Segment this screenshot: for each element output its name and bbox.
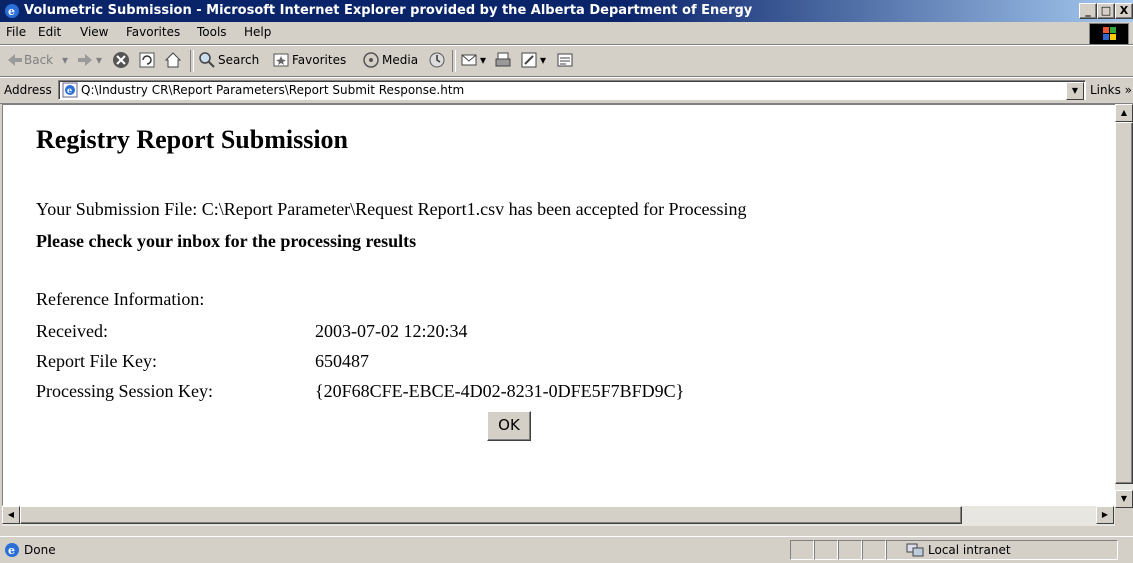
status-text: Done xyxy=(24,543,56,557)
instruction-text: Please check your inbox for the processi… xyxy=(36,231,417,251)
window-title: Volumetric Submission - Microsoft Intern… xyxy=(24,3,753,18)
mail-icon[interactable] xyxy=(460,51,478,69)
status-pane xyxy=(790,540,814,560)
maximize-button[interactable]: □ xyxy=(1097,3,1115,19)
menu-edit[interactable]: Edit xyxy=(38,25,61,39)
media-button[interactable]: Media xyxy=(382,53,418,67)
stop-icon[interactable] xyxy=(112,51,130,69)
forward-arrow-icon[interactable] xyxy=(76,51,94,69)
history-icon[interactable] xyxy=(428,51,446,69)
address-dropdown-button[interactable]: ▼ xyxy=(1066,82,1084,100)
svg-text:e: e xyxy=(8,544,15,557)
page-icon: e xyxy=(62,82,78,98)
discuss-icon[interactable] xyxy=(556,51,574,69)
back-dropdown-icon[interactable]: ▾ xyxy=(62,53,68,67)
status-pane xyxy=(838,540,862,560)
received-label: Received: xyxy=(36,321,108,341)
svg-text:e: e xyxy=(8,5,15,18)
address-input[interactable]: e Q:\Industry CR\Report Parameters\Repor… xyxy=(58,80,1086,100)
page-title: Registry Report Submission xyxy=(36,125,349,154)
address-bar: Address e Q:\Industry CR\Report Paramete… xyxy=(0,77,1133,104)
scroll-left-button[interactable]: ◀ xyxy=(2,506,20,524)
menu-favorites[interactable]: Favorites xyxy=(126,25,180,39)
search-icon xyxy=(199,52,215,68)
home-icon[interactable] xyxy=(164,51,182,69)
links-label: Links xyxy=(1090,83,1121,97)
report-file-key-value: 650487 xyxy=(315,351,369,371)
session-key-label: Processing Session Key: xyxy=(36,381,213,401)
scroll-up-button[interactable]: ▲ xyxy=(1115,104,1133,122)
refresh-icon[interactable] xyxy=(138,51,156,69)
browser-window: e Volumetric Submission - Microsoft Inte… xyxy=(0,0,1133,563)
scroll-down-button[interactable]: ▼ xyxy=(1115,490,1133,508)
vertical-scrollbar[interactable]: ▲ ▼ xyxy=(1115,104,1133,508)
close-button[interactable]: X xyxy=(1115,3,1133,19)
menu-tools[interactable]: Tools xyxy=(197,25,227,39)
menu-view[interactable]: View xyxy=(80,25,108,39)
toolbar-separator xyxy=(190,50,194,72)
print-icon[interactable] xyxy=(494,51,512,69)
horizontal-scroll-thumb[interactable] xyxy=(20,506,962,524)
ok-button[interactable]: OK xyxy=(487,411,531,441)
standard-toolbar: Back ▾ ▾ Search Favorites Media ▾ ▾ xyxy=(0,45,1133,77)
back-button[interactable]: Back xyxy=(24,53,53,67)
horizontal-scrollbar[interactable]: ◀ ▶ xyxy=(2,506,1115,526)
favorites-button[interactable]: Favorites xyxy=(292,53,346,67)
minimize-button[interactable]: _ xyxy=(1079,3,1097,19)
svg-text:e: e xyxy=(67,85,72,95)
report-file-key-label: Report File Key: xyxy=(36,351,157,371)
menu-bar: File Edit View Favorites Tools Help xyxy=(0,22,1133,45)
windows-logo-icon xyxy=(1089,23,1129,45)
search-button[interactable]: Search xyxy=(218,53,259,67)
status-pane xyxy=(814,540,838,560)
ie-icon: e xyxy=(5,543,19,557)
forward-dropdown-icon[interactable]: ▾ xyxy=(96,53,102,67)
content-viewport: Registry Report Submission Your Submissi… xyxy=(2,104,1116,506)
address-url: Q:\Industry CR\Report Parameters\Report … xyxy=(81,83,465,97)
menu-file[interactable]: File xyxy=(6,25,26,39)
intranet-icon xyxy=(906,543,924,557)
status-pane xyxy=(862,540,886,560)
vertical-scroll-thumb[interactable] xyxy=(1115,122,1133,484)
zone-label: Local intranet xyxy=(928,543,1011,557)
address-label: Address xyxy=(4,83,52,97)
favorites-icon xyxy=(273,53,289,67)
media-icon xyxy=(363,52,379,68)
edit-dropdown-icon[interactable]: ▾ xyxy=(540,53,546,67)
scroll-right-button[interactable]: ▶ xyxy=(1096,506,1114,524)
menu-help[interactable]: Help xyxy=(244,25,271,39)
edit-icon[interactable] xyxy=(520,51,538,69)
page-content: Registry Report Submission Your Submissi… xyxy=(3,105,1115,455)
ie-icon: e xyxy=(5,4,19,18)
mail-dropdown-icon[interactable]: ▾ xyxy=(480,53,486,67)
submission-message: Your Submission File: C:\Report Paramete… xyxy=(36,199,747,219)
received-value: 2003-07-02 12:20:34 xyxy=(315,321,468,341)
title-bar[interactable]: e Volumetric Submission - Microsoft Inte… xyxy=(0,0,1133,22)
back-arrow-icon xyxy=(8,54,22,66)
toolbar-separator xyxy=(452,50,456,72)
status-bar: e Done Local intranet xyxy=(0,536,1133,563)
links-button[interactable]: Links » xyxy=(1090,83,1132,97)
session-key-value: {20F68CFE-EBCE-4D02-8231-0DFE5F7BFD9C} xyxy=(315,381,685,401)
reference-heading: Reference Information: xyxy=(36,289,205,309)
